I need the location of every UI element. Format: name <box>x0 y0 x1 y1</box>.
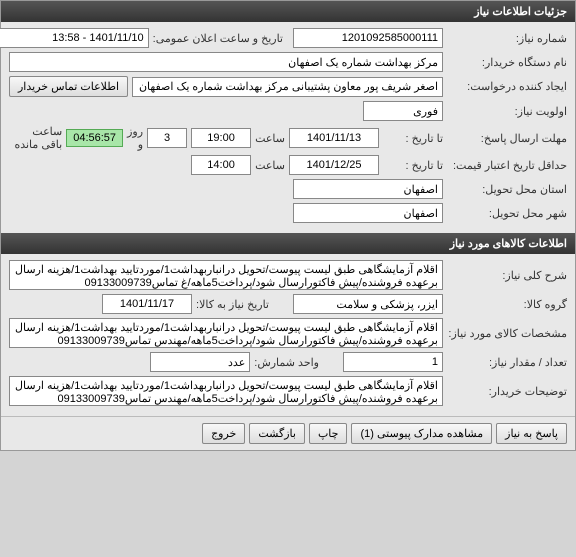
row-item-group: گروه کالا: تاریخ نیاز به کالا: <box>9 294 567 314</box>
label-qty: تعداد / مقدار نیاز: <box>447 356 567 369</box>
field-reply-time[interactable] <box>191 128 251 148</box>
details-section-body: شماره نیاز: تاریخ و ساعت اعلان عمومی: نا… <box>1 22 575 233</box>
row-item-spec: مشخصات کالای مورد نیاز: اقلام آزمایشگاهی… <box>9 318 567 348</box>
label-to-date2: تا تاریخ : <box>383 159 443 172</box>
field-buyer-org[interactable] <box>9 52 443 72</box>
field-buyer-notes[interactable]: اقلام آزمایشگاهی طبق لیست پیوست/تحویل در… <box>9 376 443 406</box>
field-province[interactable] <box>293 179 443 199</box>
row-city: شهر محل تحویل: <box>9 203 567 223</box>
label-buyer-org: نام دستگاه خریدار: <box>447 56 567 69</box>
row-price-validity: حداقل تاریخ اعتبار قیمت: تا تاریخ : ساعت <box>9 155 567 175</box>
label-need-number: شماره نیاز: <box>447 32 567 45</box>
field-priority[interactable] <box>363 101 443 121</box>
label-item-group: گروه کالا: <box>447 298 567 311</box>
details-section-header: جزئیات اطلاعات نیاز <box>1 1 575 22</box>
field-request-creator[interactable] <box>132 77 443 97</box>
field-need-desc[interactable]: اقلام آزمایشگاهی طبق لیست پیوست/تحویل در… <box>9 260 443 290</box>
label-request-creator: ایجاد کننده درخواست: <box>447 80 567 93</box>
label-unit: واحد شمارش: <box>254 356 319 369</box>
label-hour1: ساعت <box>255 132 285 145</box>
label-priority: اولویت نیاز: <box>447 105 567 118</box>
field-qty[interactable] <box>343 352 443 372</box>
countdown-timer: 04:56:57 <box>66 129 123 147</box>
row-qty: تعداد / مقدار نیاز: واحد شمارش: <box>9 352 567 372</box>
field-reply-date[interactable] <box>289 128 379 148</box>
label-item-date: تاریخ نیاز به کالا: <box>196 298 269 311</box>
label-buyer-notes: توضیحات خریدار: <box>447 385 567 398</box>
label-hours-remain: ساعت باقی مانده <box>9 125 62 151</box>
row-buyer-notes: توضیحات خریدار: اقلام آزمایشگاهی طبق لیس… <box>9 376 567 406</box>
label-province: استان محل تحویل: <box>447 183 567 196</box>
row-need-number: شماره نیاز: تاریخ و ساعت اعلان عمومی: <box>9 28 567 48</box>
row-buyer-org: نام دستگاه خریدار: <box>9 52 567 72</box>
field-item-group[interactable] <box>293 294 443 314</box>
label-price-validity: حداقل تاریخ اعتبار قیمت: <box>447 159 567 172</box>
field-price-time[interactable] <box>191 155 251 175</box>
attachments-button[interactable]: مشاهده مدارک پیوستی (1) <box>351 423 492 444</box>
field-announce-dt[interactable] <box>0 28 149 48</box>
label-item-spec: مشخصات کالای مورد نیاز: <box>447 327 567 340</box>
respond-button[interactable]: پاسخ به نیاز <box>496 423 567 444</box>
field-days-remain[interactable] <box>147 128 187 148</box>
row-need-desc: شرح کلی نیاز: اقلام آزمایشگاهی طبق لیست … <box>9 260 567 290</box>
label-city: شهر محل تحویل: <box>447 207 567 220</box>
print-button[interactable]: چاپ <box>309 423 348 444</box>
label-days-and: روز و <box>127 125 143 151</box>
button-bar: پاسخ به نیاز مشاهده مدارک پیوستی (1) چاپ… <box>1 416 575 450</box>
label-need-desc: شرح کلی نیاز: <box>447 269 567 282</box>
back-button[interactable]: بازگشت <box>249 423 305 444</box>
row-request-creator: ایجاد کننده درخواست: اطلاعات تماس خریدار <box>9 76 567 97</box>
items-section-body: شرح کلی نیاز: اقلام آزمایشگاهی طبق لیست … <box>1 254 575 416</box>
label-to-date1: تا تاریخ : <box>383 132 443 145</box>
need-details-window: جزئیات اطلاعات نیاز شماره نیاز: تاریخ و … <box>0 0 576 451</box>
row-reply-deadline: مهلت ارسال پاسخ: تا تاریخ : ساعت روز و 0… <box>9 125 567 151</box>
label-hour2: ساعت <box>255 159 285 172</box>
exit-button[interactable]: خروج <box>202 423 245 444</box>
field-item-date[interactable] <box>102 294 192 314</box>
field-unit[interactable] <box>150 352 250 372</box>
contact-info-button[interactable]: اطلاعات تماس خریدار <box>9 76 128 97</box>
field-price-date[interactable] <box>289 155 379 175</box>
label-reply-deadline: مهلت ارسال پاسخ: <box>447 132 567 145</box>
label-announce-dt: تاریخ و ساعت اعلان عمومی: <box>153 32 283 45</box>
items-section-header: اطلاعات کالاهای مورد نیاز <box>1 233 575 254</box>
row-priority: اولویت نیاز: <box>9 101 567 121</box>
row-province: استان محل تحویل: <box>9 179 567 199</box>
field-item-spec[interactable]: اقلام آزمایشگاهی طبق لیست پیوست/تحویل در… <box>9 318 443 348</box>
field-city[interactable] <box>293 203 443 223</box>
field-need-number[interactable] <box>293 28 443 48</box>
